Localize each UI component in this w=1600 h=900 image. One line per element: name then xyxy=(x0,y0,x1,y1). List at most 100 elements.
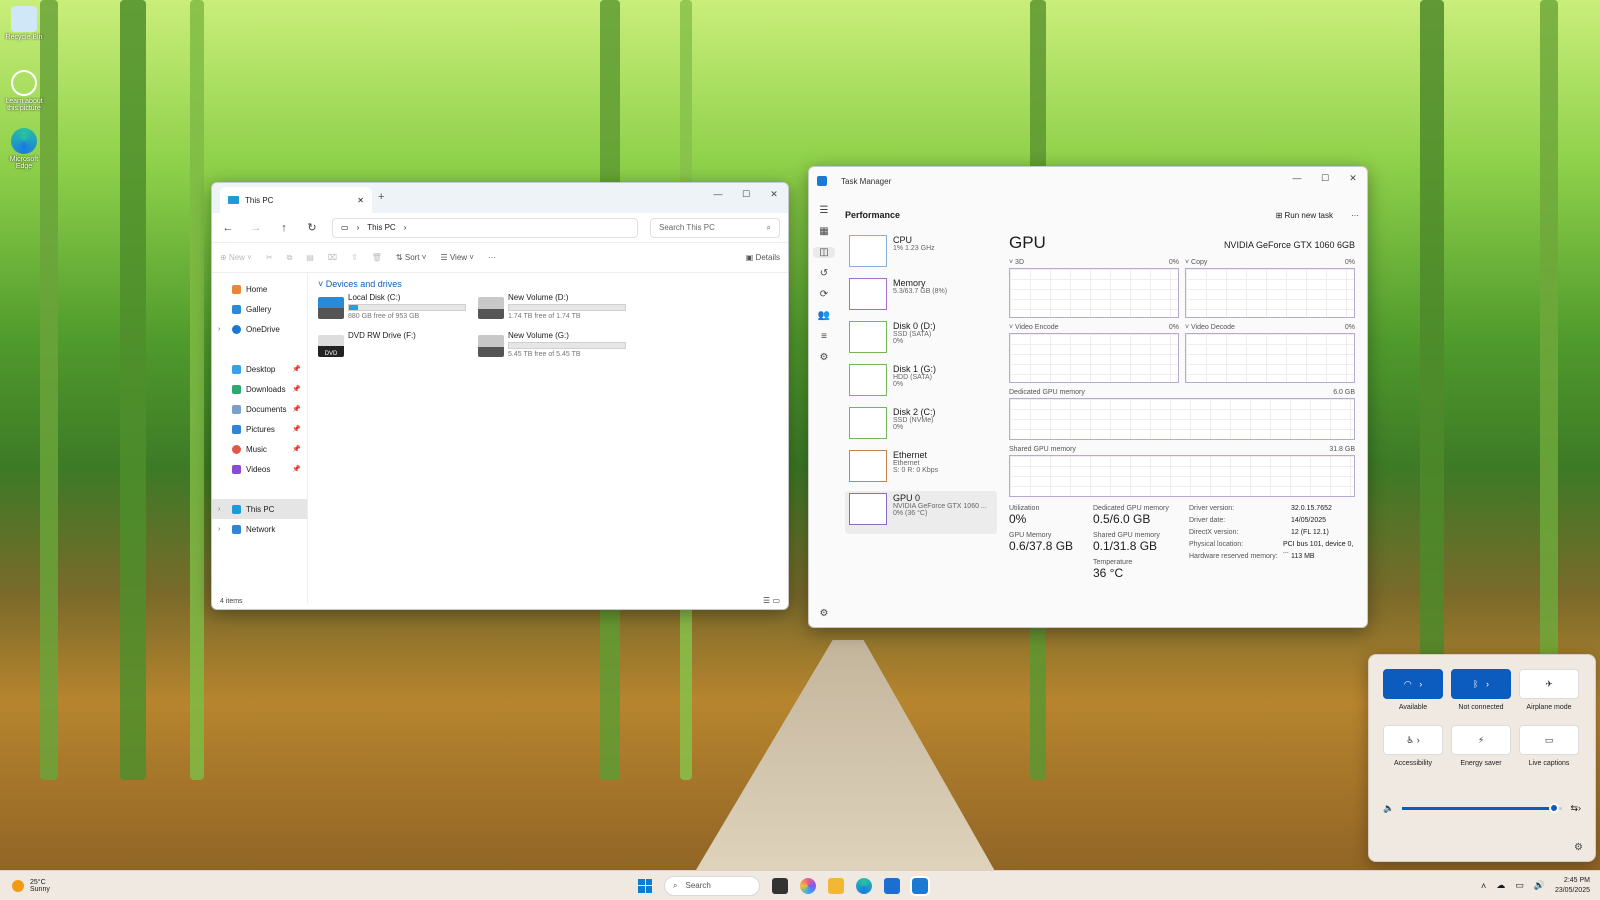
expand-chevron-icon[interactable]: › xyxy=(218,526,220,533)
nav-documents[interactable]: Documents 📌 xyxy=(212,399,307,419)
performance-icon[interactable]: ◫ xyxy=(813,247,835,258)
resource-item-memory[interactable]: Memory 5.3/63.7 GB (8%) xyxy=(845,276,997,319)
processes-icon[interactable]: ▦ xyxy=(819,226,828,237)
new-button[interactable]: ⊕ New ˅ xyxy=(220,253,252,262)
close-tab-icon[interactable]: ✕ xyxy=(357,196,364,205)
nav-gallery[interactable]: Gallery xyxy=(212,299,307,319)
new-tab-button[interactable]: + xyxy=(378,191,384,203)
paste-icon[interactable]: ▤ xyxy=(306,253,314,262)
nav-home[interactable]: Home xyxy=(212,279,307,299)
minimize-button[interactable]: — xyxy=(704,183,732,205)
forward-button[interactable]: → xyxy=(248,222,264,234)
task-manager-icon[interactable] xyxy=(910,875,930,896)
settings-icon[interactable]: ⚙ xyxy=(820,608,829,619)
wifi-tile[interactable]: ◠ › Available xyxy=(1383,669,1443,711)
cut-icon[interactable]: ✂ xyxy=(266,253,273,262)
details-list-icon[interactable]: ≡ xyxy=(821,331,827,342)
settings-icon[interactable]: ⚙ xyxy=(1574,842,1583,853)
close-button[interactable]: ✕ xyxy=(1339,167,1367,189)
section-header-devices[interactable]: ˅ Devices and drives xyxy=(318,279,778,289)
expand-chevron-icon[interactable]: › xyxy=(218,326,220,333)
users-icon[interactable]: 👥 xyxy=(818,310,830,321)
tiles-view-icon[interactable]: ▭ xyxy=(772,596,780,605)
search-input[interactable]: Search This PC ⌕ xyxy=(650,217,780,238)
address-bar[interactable]: ▭ › This PC › xyxy=(332,217,638,238)
details-view-icon[interactable]: ☰ xyxy=(763,596,770,605)
volume-icon[interactable]: 🔊 xyxy=(1534,880,1545,891)
onedrive-icon[interactable]: ☁ xyxy=(1496,880,1505,891)
details-button[interactable]: ▣ Details xyxy=(746,253,780,262)
share-icon[interactable]: ⇪ xyxy=(351,253,358,262)
nav-desktop[interactable]: Desktop 📌 xyxy=(212,359,307,379)
graph-video-decode[interactable]: ˅ Video Decode 0% xyxy=(1185,324,1355,383)
speaker-icon[interactable]: 🔈 xyxy=(1383,803,1394,814)
edge-icon[interactable] xyxy=(856,877,872,894)
resource-item-disk1[interactable]: Disk 1 (G:) HDD (SATA) 0% xyxy=(845,362,997,405)
accessibility-tile[interactable]: ♿ › Accessibility xyxy=(1383,725,1443,767)
nav-this-pc[interactable]: › This PC xyxy=(212,499,307,519)
resource-item-cpu[interactable]: CPU 1% 1.23 GHz xyxy=(845,233,997,276)
hamburger-menu-icon[interactable]: ☰ xyxy=(820,205,829,216)
sort-button[interactable]: ⇅ Sort ˅ xyxy=(396,253,427,262)
delete-icon[interactable]: 🗑 xyxy=(372,253,382,262)
close-button[interactable]: ✕ xyxy=(760,183,788,205)
more-options-button[interactable]: ··· xyxy=(1351,211,1359,220)
volume-slider[interactable] xyxy=(1402,803,1563,813)
graph-copy[interactable]: ˅ Copy 0% xyxy=(1185,259,1355,318)
maximize-button[interactable]: ☐ xyxy=(732,183,760,205)
expand-chevron-icon[interactable]: › xyxy=(218,506,220,513)
nav-network[interactable]: › Network xyxy=(212,519,307,539)
more-options-button[interactable]: ··· xyxy=(488,253,496,262)
maximize-button[interactable]: ☐ xyxy=(1311,167,1339,189)
view-button[interactable]: ☰ View ˅ xyxy=(440,253,474,262)
minimize-button[interactable]: — xyxy=(1283,167,1311,189)
airplane-tile[interactable]: ✈ Airplane mode xyxy=(1519,669,1579,711)
audio-output-icon[interactable]: ⇆› xyxy=(1570,803,1581,814)
nav-music[interactable]: Music 📌 xyxy=(212,439,307,459)
drive-item[interactable]: Local Disk (C:) 880 GB free of 953 GB xyxy=(318,293,478,323)
chevron-right-icon[interactable]: › xyxy=(1417,735,1420,745)
back-button[interactable]: ← xyxy=(220,222,236,234)
resource-item-disk2[interactable]: Disk 2 (C:) SSD (NVMe) 0% xyxy=(845,405,997,448)
chevron-up-icon[interactable]: ˄ xyxy=(1481,881,1486,891)
weather-widget[interactable]: 25°C Sunny xyxy=(12,879,50,893)
resource-item-disk0[interactable]: Disk 0 (D:) SSD (SATA) 0% xyxy=(845,319,997,362)
file-explorer-icon[interactable] xyxy=(828,877,844,894)
desktop-icon-learn-picture[interactable]: Learn about this picture xyxy=(4,70,44,112)
graph-video-encode[interactable]: ˅ Video Encode 0% xyxy=(1009,324,1179,383)
drive-item[interactable]: DVD DVD RW Drive (F:) xyxy=(318,331,478,361)
nav-onedrive[interactable]: › OneDrive xyxy=(212,319,307,339)
clock[interactable]: 2:45 PM 23/05/2025 xyxy=(1555,876,1590,896)
start-button[interactable] xyxy=(638,878,652,893)
network-icon[interactable]: ▭ xyxy=(1515,880,1524,891)
volume-thumb[interactable] xyxy=(1549,803,1560,813)
run-new-task-button[interactable]: ⊞ Run new task xyxy=(1276,211,1333,220)
graph-3d[interactable]: ˅ 3D 0% xyxy=(1009,259,1179,318)
startup-apps-icon[interactable]: ⟳ xyxy=(820,289,828,300)
refresh-button[interactable]: ↻ xyxy=(304,221,320,234)
up-button[interactable]: ↑ xyxy=(276,222,292,234)
chevron-right-icon[interactable]: › xyxy=(1486,679,1489,689)
breadcrumb[interactable]: This PC xyxy=(367,223,395,232)
nav-downloads[interactable]: Downloads 📌 xyxy=(212,379,307,399)
energy-saver-tile[interactable]: ⚡ Energy saver xyxy=(1451,725,1511,767)
task-view-icon[interactable] xyxy=(772,877,788,894)
desktop-icon-edge[interactable]: Microsoft Edge xyxy=(4,128,44,170)
bluetooth-tile[interactable]: ᛒ › Not connected xyxy=(1451,669,1511,711)
store-icon[interactable] xyxy=(884,877,900,894)
tab-this-pc[interactable]: This PC ✕ xyxy=(220,187,372,213)
copy-icon[interactable]: ⧉ xyxy=(287,253,293,263)
copilot-icon[interactable] xyxy=(800,877,816,894)
desktop-icon-recycle-bin[interactable]: Recycle Bin xyxy=(4,6,44,41)
drive-item[interactable]: New Volume (D:) 1.74 TB free of 1.74 TB xyxy=(478,293,638,323)
services-icon[interactable]: ⚙ xyxy=(820,352,829,363)
rename-icon[interactable]: ⌧ xyxy=(328,253,337,262)
app-history-icon[interactable]: ↺ xyxy=(820,268,828,279)
taskbar-search[interactable]: ⌕ Search xyxy=(664,875,760,896)
chevron-right-icon[interactable]: › xyxy=(1419,679,1422,689)
nav-videos[interactable]: Videos 📌 xyxy=(212,459,307,479)
nav-pictures[interactable]: Pictures 📌 xyxy=(212,419,307,439)
live-captions-tile[interactable]: ▭ Live captions xyxy=(1519,725,1579,767)
resource-item-gpu0[interactable]: GPU 0 NVIDIA GeForce GTX 1060 ... 0% (36 °… xyxy=(845,491,997,534)
drive-item[interactable]: New Volume (G:) 5.45 TB free of 5.45 TB xyxy=(478,331,638,361)
